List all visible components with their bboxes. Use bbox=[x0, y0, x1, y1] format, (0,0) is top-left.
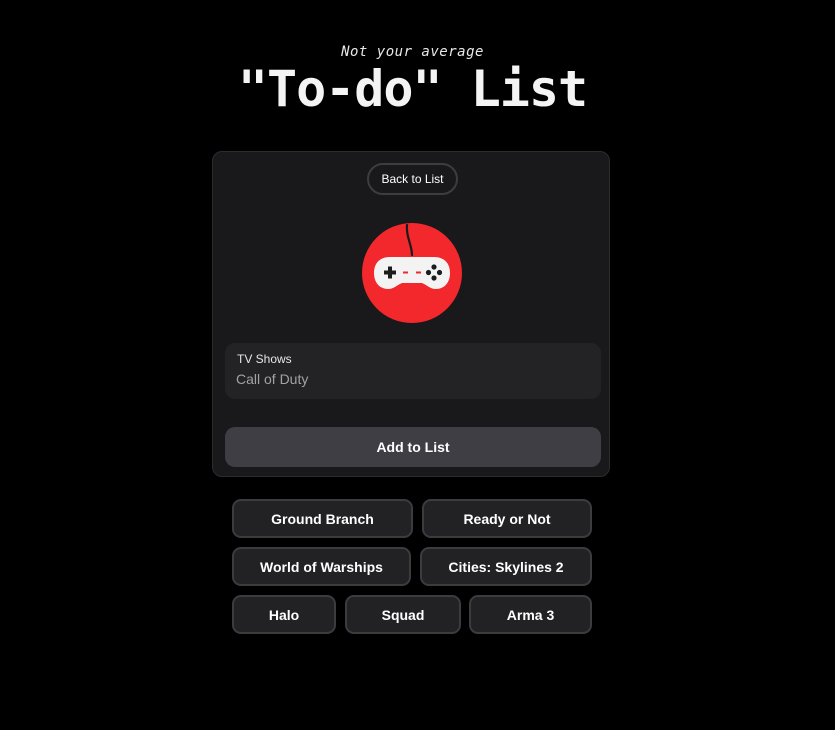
suggestion-chip[interactable]: Ready or Not bbox=[422, 499, 592, 538]
suggestion-chip[interactable]: World of Warships bbox=[232, 547, 411, 586]
suggestion-chip[interactable]: Halo bbox=[232, 595, 336, 634]
item-card: Back to List TV Shows Add to List bbox=[212, 151, 610, 477]
item-input[interactable] bbox=[236, 369, 586, 389]
suggestion-chip[interactable]: Arma 3 bbox=[469, 595, 592, 634]
field-label: TV Shows bbox=[237, 352, 292, 366]
add-to-list-button[interactable]: Add to List bbox=[225, 427, 601, 467]
suggestion-chip[interactable]: Squad bbox=[345, 595, 461, 634]
item-field: TV Shows bbox=[225, 343, 601, 399]
page-title: "To-do" List bbox=[237, 60, 588, 118]
suggestion-chip[interactable]: Cities: Skylines 2 bbox=[420, 547, 592, 586]
header-subtitle: Not your average bbox=[341, 44, 484, 60]
back-to-list-button[interactable]: Back to List bbox=[367, 163, 458, 195]
game-controller-icon bbox=[362, 223, 462, 323]
suggestion-chip[interactable]: Ground Branch bbox=[232, 499, 413, 538]
